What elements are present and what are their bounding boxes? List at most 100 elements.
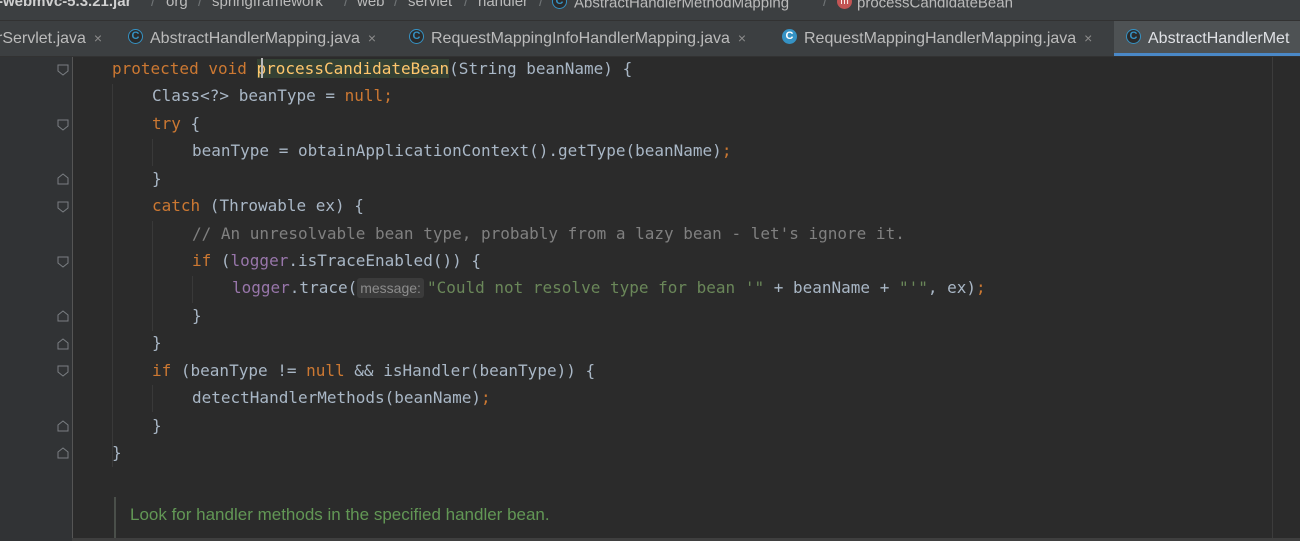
code-line-8: if (logger.isTraceEnabled()) { bbox=[192, 247, 481, 274]
tab-request-mapping-info-handler-mapping[interactable]: C RequestMappingInfoHandlerMapping.java × bbox=[409, 21, 746, 56]
keyword: if bbox=[192, 251, 212, 270]
field-reference: logger bbox=[232, 278, 290, 297]
keyword: try bbox=[152, 114, 181, 133]
rendered-javadoc[interactable]: Look for handler methods in the specifie… bbox=[114, 497, 1274, 541]
breadcrumb-class[interactable]: C AbstractHandlerMethodMapping bbox=[552, 0, 789, 11]
abstract-class-icon: C bbox=[552, 0, 567, 9]
fold-open-icon[interactable] bbox=[57, 119, 69, 131]
tab-label: RequestMappingHandlerMapping.java bbox=[804, 30, 1077, 47]
code-text: detectHandlerMethods(beanName) bbox=[192, 388, 481, 407]
breadcrumb-separator: / bbox=[539, 0, 544, 10]
close-icon[interactable]: × bbox=[738, 30, 746, 46]
code-line-15: } bbox=[112, 439, 122, 466]
code-text: ( bbox=[211, 251, 231, 270]
breadcrumb-handler[interactable]: handler bbox=[478, 0, 528, 9]
code-text: } bbox=[152, 169, 162, 188]
code-text: } bbox=[192, 306, 202, 325]
code-text: (beanType != bbox=[171, 361, 307, 380]
code-line-4: beanType = obtainApplicationContext().ge… bbox=[192, 137, 731, 164]
code-text: , ex) bbox=[927, 278, 977, 297]
tab-label: AbstractHandlerMapping.java bbox=[150, 30, 360, 47]
breadcrumb-method-label: processCandidateBean bbox=[857, 0, 1013, 12]
field-reference: logger bbox=[230, 251, 289, 270]
code-editor[interactable]: protected void processCandidateBean(Stri… bbox=[0, 57, 1300, 541]
keyword: if bbox=[152, 361, 172, 380]
code-text: .isTraceEnabled()) { bbox=[288, 251, 481, 270]
tab-request-mapping-handler-mapping[interactable]: C RequestMappingHandlerMapping.java × bbox=[782, 21, 1092, 56]
fold-close-icon[interactable] bbox=[57, 173, 69, 185]
tab-abstract-handler-method-mapping[interactable]: C AbstractHandlerMet bbox=[1114, 21, 1300, 56]
abstract-class-icon: C bbox=[128, 29, 143, 45]
fold-close-icon[interactable] bbox=[57, 310, 69, 322]
indent-guide bbox=[152, 221, 153, 331]
code-line-7: // An unresolvable bean type, probably f… bbox=[192, 220, 905, 247]
code-text: } bbox=[152, 333, 162, 352]
breadcrumb-springframework[interactable]: springframework bbox=[212, 0, 323, 9]
semicolon: ; bbox=[383, 86, 393, 105]
breadcrumb-class-label: AbstractHandlerMethodMapping bbox=[574, 0, 790, 12]
code-line-2: Class<?> beanType = null; bbox=[152, 82, 393, 109]
tab-servlet-java[interactable]: rServlet.java × bbox=[0, 21, 102, 56]
breadcrumb-separator: / bbox=[344, 0, 349, 10]
breadcrumb-method[interactable]: m processCandidateBean bbox=[837, 0, 1013, 11]
fold-open-icon[interactable] bbox=[57, 201, 69, 213]
code-text: } bbox=[112, 443, 122, 462]
parameter-hint: message: bbox=[357, 278, 424, 298]
abstract-class-icon: C bbox=[409, 29, 424, 45]
editor-tab-bar: rServlet.java × C AbstractHandlerMapping.j… bbox=[0, 21, 1300, 57]
string-literal: "Could not resolve type for bean '" bbox=[426, 278, 765, 297]
breadcrumb-servlet[interactable]: servlet bbox=[408, 0, 452, 9]
keyword: void bbox=[208, 59, 247, 78]
code-line-12: if (beanType != null && isHandler(beanTy… bbox=[152, 357, 595, 384]
breadcrumb-separator: / bbox=[823, 0, 828, 10]
close-icon[interactable]: × bbox=[1084, 30, 1092, 46]
breadcrumb-org[interactable]: org bbox=[166, 0, 188, 9]
close-icon[interactable]: × bbox=[94, 30, 102, 46]
fold-close-icon[interactable] bbox=[57, 420, 69, 432]
code-comment: // An unresolvable bean type, probably f… bbox=[192, 224, 905, 243]
fold-close-icon[interactable] bbox=[57, 338, 69, 350]
breadcrumb-separator: / bbox=[394, 0, 399, 10]
breadcrumb-web[interactable]: web bbox=[357, 0, 385, 9]
navigation-breadcrumb: -webmvc-5.3.21.jar / org / springframewo… bbox=[0, 0, 1300, 21]
code-line-5: } bbox=[152, 165, 162, 192]
keyword: null bbox=[344, 86, 384, 105]
string-literal: "'" bbox=[898, 278, 928, 297]
fold-open-icon[interactable] bbox=[57, 64, 69, 76]
tab-label: RequestMappingInfoHandlerMapping.java bbox=[431, 30, 730, 47]
keyword: catch bbox=[152, 196, 201, 215]
tab-abstract-handler-mapping[interactable]: C AbstractHandlerMapping.java × bbox=[128, 21, 376, 56]
breadcrumb-separator: / bbox=[151, 0, 156, 10]
close-icon[interactable]: × bbox=[368, 30, 376, 46]
breadcrumb-separator: / bbox=[464, 0, 469, 10]
code-line-1: protected void processCandidateBean(Stri… bbox=[112, 55, 632, 82]
tab-label: AbstractHandlerMet bbox=[1148, 30, 1290, 47]
indent-guide bbox=[192, 276, 193, 303]
code-line-14: } bbox=[152, 412, 162, 439]
code-text: Class<?> beanType = bbox=[152, 86, 345, 105]
method-declaration-name: processCandidateBean bbox=[256, 59, 450, 78]
semicolon: ; bbox=[721, 141, 732, 160]
fold-close-icon[interactable] bbox=[57, 447, 69, 459]
breadcrumb-jar[interactable]: -webmvc-5.3.21.jar bbox=[0, 0, 131, 9]
indent-guide bbox=[112, 84, 113, 467]
indent-guide bbox=[152, 385, 153, 412]
method-icon: m bbox=[837, 0, 852, 9]
editor-gutter bbox=[0, 57, 73, 541]
code-text: } bbox=[152, 416, 162, 435]
code-line-9: logger.trace(message: "Could not resolve … bbox=[232, 274, 986, 301]
semicolon: ; bbox=[976, 278, 986, 297]
abstract-class-icon: C bbox=[1126, 29, 1141, 45]
javadoc-text: Look for handler methods in the specifie… bbox=[130, 505, 550, 524]
indent-guide bbox=[152, 139, 153, 166]
tab-label: rServlet.java bbox=[0, 30, 86, 47]
code-line-10: } bbox=[192, 302, 202, 329]
fold-open-icon[interactable] bbox=[57, 256, 69, 268]
fold-open-icon[interactable] bbox=[57, 365, 69, 377]
code-line-3: try { bbox=[152, 110, 200, 137]
code-text: (String beanName) { bbox=[449, 59, 633, 78]
right-margin-guide bbox=[1272, 57, 1273, 541]
code-text: + beanName + bbox=[764, 278, 899, 297]
code-text: && isHandler(beanType)) { bbox=[344, 361, 596, 380]
